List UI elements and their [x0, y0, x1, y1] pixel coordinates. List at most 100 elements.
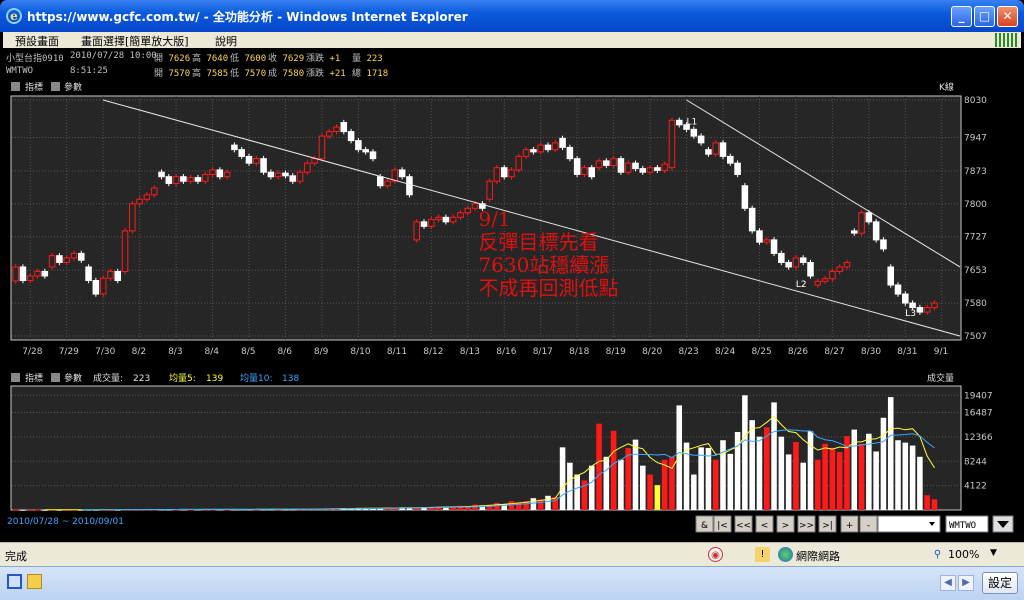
volume-bar [749, 420, 755, 510]
candle [617, 158, 625, 173]
folder-icon[interactable] [27, 574, 42, 589]
x-tick-label: 8/23 [679, 347, 699, 357]
volume-bar [712, 459, 719, 510]
nav-button[interactable]: >> [797, 515, 816, 533]
volume-bar [530, 498, 537, 510]
params-toggle-icon[interactable] [51, 82, 60, 91]
x-tick-label: 7/28 [22, 347, 42, 357]
candle [398, 169, 406, 178]
candle [216, 169, 224, 178]
y-tick-label: 8244 [964, 457, 987, 467]
volume-bar [800, 462, 806, 510]
high-label: 高 [192, 69, 202, 79]
x-tick-label: 8/19 [606, 347, 626, 357]
nav-button-label: & [701, 521, 708, 531]
candle [588, 167, 596, 178]
volume-bar [727, 453, 734, 510]
candle [887, 266, 894, 286]
candle [231, 144, 238, 151]
y-tick-label: 8030 [964, 96, 987, 106]
params-toggle-icon[interactable] [51, 373, 60, 382]
settings-button[interactable]: 設定 [982, 572, 1018, 594]
candle [748, 207, 756, 232]
params-label[interactable]: 參數 [64, 372, 82, 384]
scroll-right-icon[interactable]: ▶ [958, 575, 974, 591]
indicator-label[interactable]: 指標 [25, 81, 43, 93]
nav-button[interactable]: & [695, 515, 714, 533]
chevron-down-icon[interactable]: ▼ [990, 548, 997, 558]
zoom-icon[interactable]: ⚲ [930, 547, 945, 562]
menu-help[interactable]: 說明 [215, 33, 237, 49]
candle [129, 203, 136, 232]
x-tick-label: 8/11 [387, 347, 407, 357]
x-tick-label: 8/27 [824, 347, 844, 357]
menu-default-view[interactable]: 預設畫面 [15, 33, 59, 49]
candle [508, 169, 515, 178]
candle [668, 119, 676, 169]
candle [442, 216, 450, 223]
candle [552, 142, 559, 151]
scroll-left-icon[interactable]: ◀ [940, 575, 956, 591]
maximize-button[interactable]: □ [974, 6, 995, 27]
candle [41, 270, 49, 277]
volume-bar [815, 459, 821, 510]
x-tick-label: 8/20 [642, 347, 662, 357]
volume-bar [545, 495, 551, 510]
point-label: L2 [796, 280, 807, 290]
menu-view-select[interactable]: 畫面選擇[簡單放大版] [81, 33, 189, 49]
volume-bar [873, 451, 879, 510]
minimize-button[interactable]: _ [951, 6, 972, 27]
nav-button[interactable]: < [755, 515, 774, 533]
candle [654, 167, 661, 171]
candle [449, 216, 457, 223]
quote-name: 小型台指0910 [6, 54, 64, 64]
volume-bar [931, 499, 938, 510]
privacy-icon[interactable]: ◉ [708, 547, 723, 562]
close-button[interactable]: ✕ [997, 6, 1018, 27]
y-tick-label: 7507 [964, 332, 987, 342]
candle [756, 230, 763, 243]
candle [646, 167, 654, 173]
volume-bar [807, 431, 814, 510]
candle [274, 172, 282, 178]
candle [734, 162, 741, 175]
volume-bar [654, 485, 661, 510]
zoom-level[interactable]: 100% [948, 548, 979, 561]
nav-button[interactable]: >| [818, 515, 837, 533]
title-bar[interactable]: e https://www.gcfc.com.tw/ - 全功能分析 - Win… [0, 0, 1024, 32]
nav-button[interactable]: << [734, 515, 753, 533]
close-label: 收 [268, 54, 278, 64]
indicator-label[interactable]: 指標 [25, 372, 43, 384]
indicator-toggle-icon[interactable] [11, 82, 20, 91]
window-icon[interactable] [7, 574, 22, 589]
candle [99, 277, 107, 295]
candle [121, 230, 129, 272]
params-label[interactable]: 參數 [64, 81, 82, 93]
candle [150, 187, 158, 196]
candle [799, 257, 807, 263]
nav-button[interactable]: |< [713, 515, 732, 533]
candle [785, 261, 792, 268]
candle [559, 137, 566, 148]
change-value: +1 [329, 54, 341, 64]
y-tick-label: 7947 [964, 133, 987, 143]
nav-button[interactable]: - [859, 515, 878, 533]
close-value: 7629 [282, 54, 305, 64]
candle [603, 160, 610, 166]
candle [471, 203, 479, 209]
x-tick-label: 8/12 [423, 347, 443, 357]
candle [245, 155, 253, 164]
candle [843, 261, 851, 268]
nav-button[interactable]: > [776, 515, 795, 533]
nav-button[interactable]: + [840, 515, 859, 533]
indicator-toggle-icon[interactable] [11, 373, 20, 382]
ma5-value: 139 [206, 374, 223, 384]
ma5-label: 均量5: [169, 372, 196, 384]
candle [34, 270, 41, 277]
date-range: 2010/07/28 ~ 2010/09/01 [7, 517, 124, 527]
candle [282, 172, 289, 177]
candle [296, 171, 304, 182]
volume-bar [902, 442, 909, 510]
x-tick-label: 7/29 [59, 347, 79, 357]
y-tick-label: 7727 [964, 233, 987, 243]
